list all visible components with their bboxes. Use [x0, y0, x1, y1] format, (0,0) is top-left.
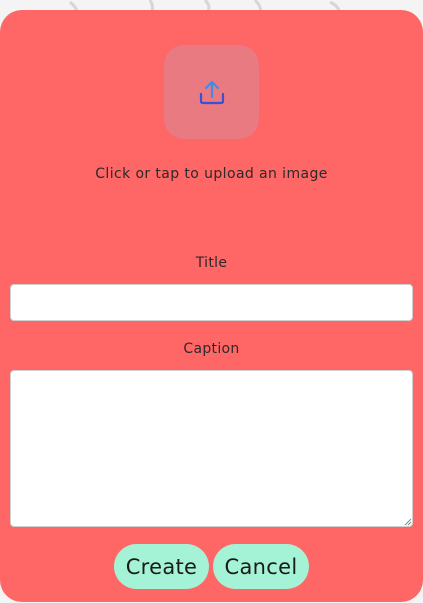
create-post-card: Click or tap to upload an image Title Ca… [0, 10, 423, 602]
upload-hint-text: Click or tap to upload an image [95, 166, 328, 182]
upload-icon [199, 80, 224, 105]
title-label: Title [195, 255, 228, 271]
title-input[interactable] [10, 284, 413, 321]
caption-textarea[interactable] [10, 370, 413, 527]
caption-label: Caption [183, 341, 240, 357]
image-upload-button[interactable] [164, 45, 259, 139]
create-button[interactable]: Create [114, 544, 209, 589]
cancel-button[interactable]: Cancel [213, 544, 309, 589]
resize-grip-icon[interactable] [404, 518, 412, 526]
